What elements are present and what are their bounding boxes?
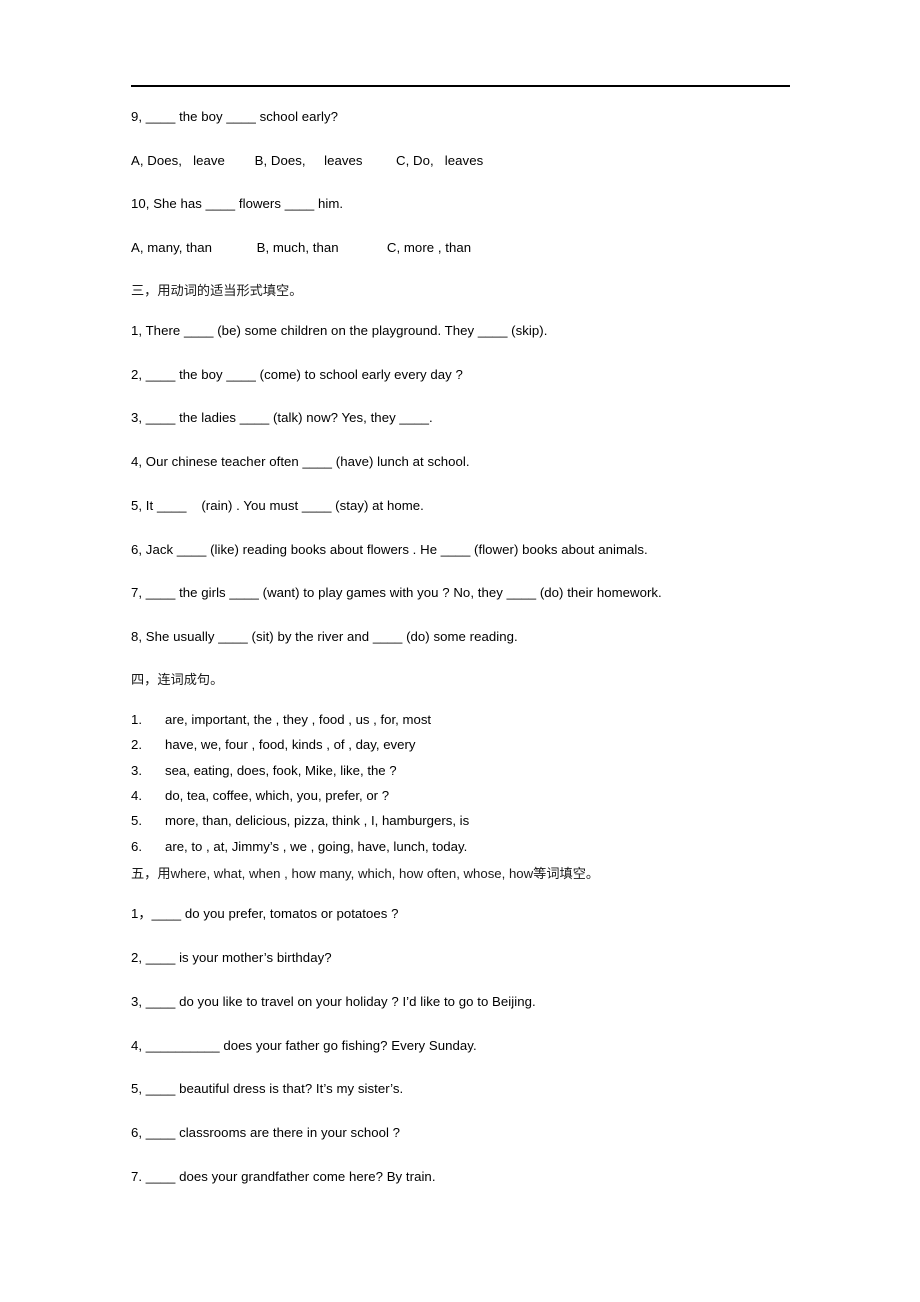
list-item-text: more, than, delicious, pizza, think , I,… xyxy=(165,813,470,829)
question-line: 1，____ do you prefer, tomatos or potatoe… xyxy=(131,906,399,922)
section-five-heading-suffix: 等词填空。 xyxy=(533,867,600,883)
options-line: A, many, than B, much, than C, more , th… xyxy=(131,240,472,256)
question-line: 2, ____ is your mother’s birthday? xyxy=(131,950,332,966)
header-rule xyxy=(131,85,790,87)
section-four-heading: 四，连词成句。 xyxy=(131,672,224,688)
section-four: 四，连词成句。 1. are, important, the , they , … xyxy=(131,672,831,868)
section-five-heading: 五，用where, what, when , how many, which, … xyxy=(131,867,831,881)
list-item: 1. are, important, the , they , food , u… xyxy=(131,713,831,726)
list-item: 2. have, we, four , food, kinds , of , d… xyxy=(131,738,831,751)
list-item-number: 3. xyxy=(131,762,142,778)
question-line: 7, ____ the girls ____ (want) to play ga… xyxy=(131,585,662,601)
question-line: 4, Our chinese teacher often ____ (have)… xyxy=(131,454,470,470)
question-line: 9, ____ the boy ____ school early? xyxy=(131,109,338,124)
section-three-heading: 三，用动词的适当形式填空。 xyxy=(131,283,303,299)
question-line: 5, ____ beautiful dress is that? It’s my… xyxy=(131,1081,404,1097)
sentence-ordering-list: 1. are, important, the , they , food , u… xyxy=(131,713,831,853)
section-mc-continued: 9, ____ the boy ____ school early? A, Do… xyxy=(131,109,831,256)
list-item-text: do, tea, coffee, which, you, prefer, or … xyxy=(165,788,390,804)
list-item: 4. do, tea, coffee, which, you, prefer, … xyxy=(131,789,831,802)
list-item-number: 6. xyxy=(131,838,142,854)
list-item-number: 4. xyxy=(131,788,142,804)
question-line: 10, She has ____ flowers ____ him. xyxy=(131,196,344,212)
list-item: 3. sea, eating, does, fook, Mike, like, … xyxy=(131,762,831,778)
section-five-heading-words: where, what, when , how many, which, how… xyxy=(170,866,534,882)
section-five: 五，用where, what, when , how many, which, … xyxy=(131,867,831,1183)
list-item-text: have, we, four , food, kinds , of , day,… xyxy=(165,737,416,753)
question-line: 6, Jack ____ (like) reading books about … xyxy=(131,541,648,557)
question-line: 8, She usually ____ (sit) by the river a… xyxy=(131,628,518,644)
question-line: 5, It ____ (rain) . You must ____ (stay)… xyxy=(131,497,424,513)
list-item: 6. are, to , at, Jimmy’s , we , going, h… xyxy=(131,840,831,853)
list-item-text: are, important, the , they , food , us ,… xyxy=(165,711,432,727)
section-five-heading-prefix: 五，用 xyxy=(131,867,171,883)
options-line: A, Does, leave B, Does, leaves C, Do, le… xyxy=(131,152,484,168)
section-three: 三，用动词的适当形式填空。 1, There ____ (be) some ch… xyxy=(131,283,831,644)
document-body: 9, ____ the boy ____ school early? A, Do… xyxy=(131,110,831,1213)
document-page: 9, ____ the boy ____ school early? A, Do… xyxy=(0,0,920,1302)
list-item-text: sea, eating, does, fook, Mike, like, the… xyxy=(165,762,397,778)
list-item-text: are, to , at, Jimmy’s , we , going, have… xyxy=(165,838,468,854)
list-item-number: 1. xyxy=(131,711,142,727)
question-line: 2, ____ the boy ____ (come) to school ea… xyxy=(131,366,463,382)
question-line: 3, ____ the ladies ____ (talk) now? Yes,… xyxy=(131,410,433,426)
question-line: 7. ____ does your grandfather come here?… xyxy=(131,1168,436,1184)
list-item-number: 2. xyxy=(131,737,142,753)
question-line: 4, __________ does your father go fishin… xyxy=(131,1037,477,1053)
question-line: 1, There ____ (be) some children on the … xyxy=(131,323,548,339)
list-item-number: 5. xyxy=(131,813,142,829)
list-item: 5. more, than, delicious, pizza, think ,… xyxy=(131,814,831,827)
question-line: 6, ____ classrooms are there in your sch… xyxy=(131,1124,401,1140)
question-line: 3, ____ do you like to travel on your ho… xyxy=(131,993,536,1009)
